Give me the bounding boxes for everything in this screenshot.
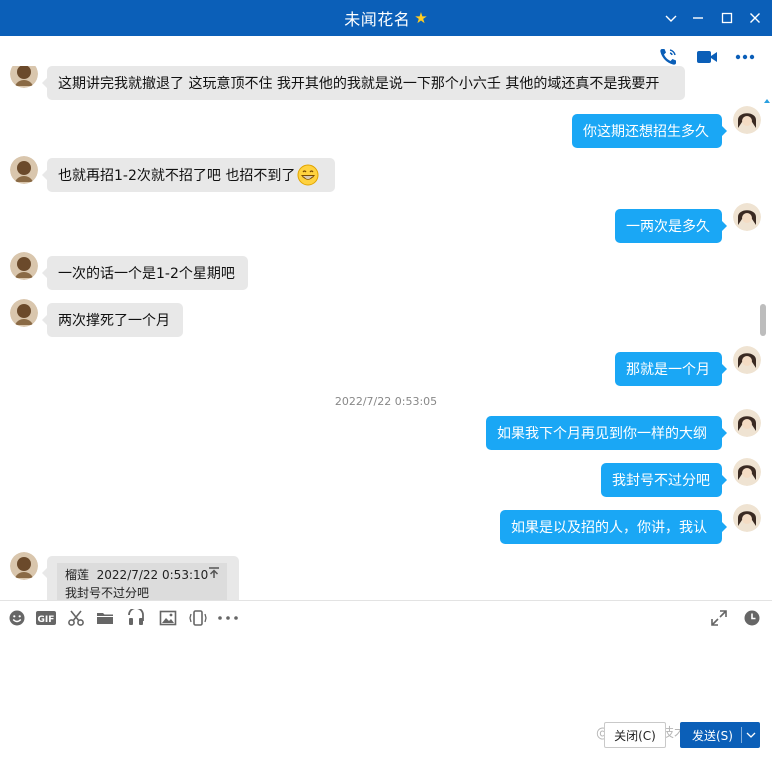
self-avatar[interactable] [733, 203, 761, 231]
message-text: 如果我下个月再见到你一样的大纲 [497, 426, 707, 442]
contact-avatar[interactable] [10, 252, 38, 280]
self-avatar[interactable] [733, 504, 761, 532]
contact-avatar[interactable] [10, 299, 38, 327]
close-window-button[interactable] [743, 6, 767, 30]
jump-to-original-icon[interactable] [207, 566, 221, 580]
title-wrap: 未闻花名 ★ [0, 0, 772, 36]
scissors-icon[interactable] [66, 609, 86, 627]
expand-icon[interactable] [709, 609, 729, 627]
message-text: 如果是以及招的人，你讲，我认 [511, 520, 707, 536]
image-icon[interactable] [158, 609, 178, 627]
quoted-reply-bubble[interactable]: 榴莲 2022/7/22 0:53:10 我封号不过分吧 [42, 556, 239, 600]
quote-sender: 榴莲 [65, 568, 90, 582]
quote-meta: 榴莲 2022/7/22 0:53:10 [65, 566, 208, 583]
history-clock-icon[interactable] [742, 609, 762, 627]
message-text: 也就再招1-2次就不招了吧 也招不到了 [58, 168, 296, 184]
message-text: 一两次是多久 [626, 219, 710, 235]
message-text: 那就是一个月 [626, 362, 710, 378]
message-bubble-outgoing[interactable]: 你这期还想招生多久 [572, 114, 727, 148]
send-button[interactable]: 发送(S) [680, 722, 760, 748]
message-bubble-outgoing[interactable]: 一两次是多久 [615, 209, 727, 243]
message-bubble-incoming[interactable]: 一次的话一个是1-2个星期吧 [42, 256, 248, 290]
grin-emoji-icon [297, 164, 319, 186]
message-bubble-incoming[interactable]: 也就再招1-2次就不招了吧 也招不到了 [42, 158, 335, 192]
message-bubble-outgoing[interactable]: 如果我下个月再见到你一样的大纲 [486, 416, 727, 450]
message-bubble-outgoing[interactable]: 如果是以及招的人，你讲，我认 [500, 510, 727, 544]
self-avatar[interactable] [733, 346, 761, 374]
gif-icon[interactable]: GIF [35, 609, 57, 627]
chat-history[interactable]: 这期讲完我就撤退了 这玩意顶不住 我开其他的我就是说一下那个小六壬 其他的域还真… [0, 66, 772, 600]
message-text: 这期讲完我就撤退了 这玩意顶不住 我开其他的我就是说一下那个小六壬 其他的域还真… [58, 76, 660, 92]
input-toolbar: GIF [0, 601, 772, 635]
message-input[interactable] [0, 635, 772, 715]
voice-call-icon[interactable] [655, 46, 681, 68]
quote-text: 我封号不过分吧 [65, 586, 150, 600]
star-icon: ★ [414, 9, 428, 27]
message-timestamp: 2022/7/22 0:53:05 [334, 395, 438, 408]
scroll-up-arrow-icon[interactable] [764, 98, 770, 104]
minimize-button[interactable] [686, 6, 710, 30]
self-avatar[interactable] [733, 409, 761, 437]
message-text: 我封号不过分吧 [612, 473, 710, 489]
message-bubble-incoming[interactable]: 两次撑死了一个月 [42, 303, 183, 337]
quote-block[interactable]: 榴莲 2022/7/22 0:53:10 我封号不过分吧 [57, 563, 227, 600]
dropdown-chevron-icon[interactable] [659, 6, 683, 30]
message-text: 一次的话一个是1-2个星期吧 [58, 266, 235, 282]
svg-text:GIF: GIF [38, 615, 55, 625]
window-title: 未闻花名 [344, 10, 411, 29]
maximize-button[interactable] [715, 6, 739, 30]
folder-icon[interactable] [95, 609, 115, 627]
contact-avatar[interactable] [10, 156, 38, 184]
more-icon[interactable] [732, 46, 758, 68]
shake-icon[interactable] [188, 609, 208, 627]
contact-avatar[interactable] [10, 66, 38, 88]
message-bubble-outgoing[interactable]: 那就是一个月 [615, 352, 727, 386]
contact-avatar[interactable] [10, 552, 38, 580]
self-avatar[interactable] [733, 458, 761, 486]
more-tools-icon[interactable] [217, 609, 239, 627]
emoji-icon[interactable] [7, 609, 27, 627]
self-avatar[interactable] [733, 106, 761, 134]
message-bubble-outgoing[interactable]: 我封号不过分吧 [601, 463, 727, 497]
music-icon[interactable] [126, 609, 146, 627]
video-call-icon[interactable] [694, 46, 720, 68]
send-button-label: 发送(S) [692, 728, 733, 743]
message-text: 两次撑死了一个月 [58, 313, 170, 329]
title-bar: 未闻花名 ★ [0, 0, 772, 36]
send-options-chevron-icon[interactable] [742, 732, 760, 738]
message-text: 你这期还想招生多久 [583, 124, 709, 140]
chat-scrollbar-thumb[interactable] [760, 304, 766, 336]
close-button[interactable]: 关闭(C) [604, 722, 666, 748]
quote-time: 2022/7/22 0:53:10 [96, 568, 209, 582]
message-bubble-incoming[interactable]: 这期讲完我就撤退了 这玩意顶不住 我开其他的我就是说一下那个小六壬 其他的域还真… [42, 66, 685, 100]
